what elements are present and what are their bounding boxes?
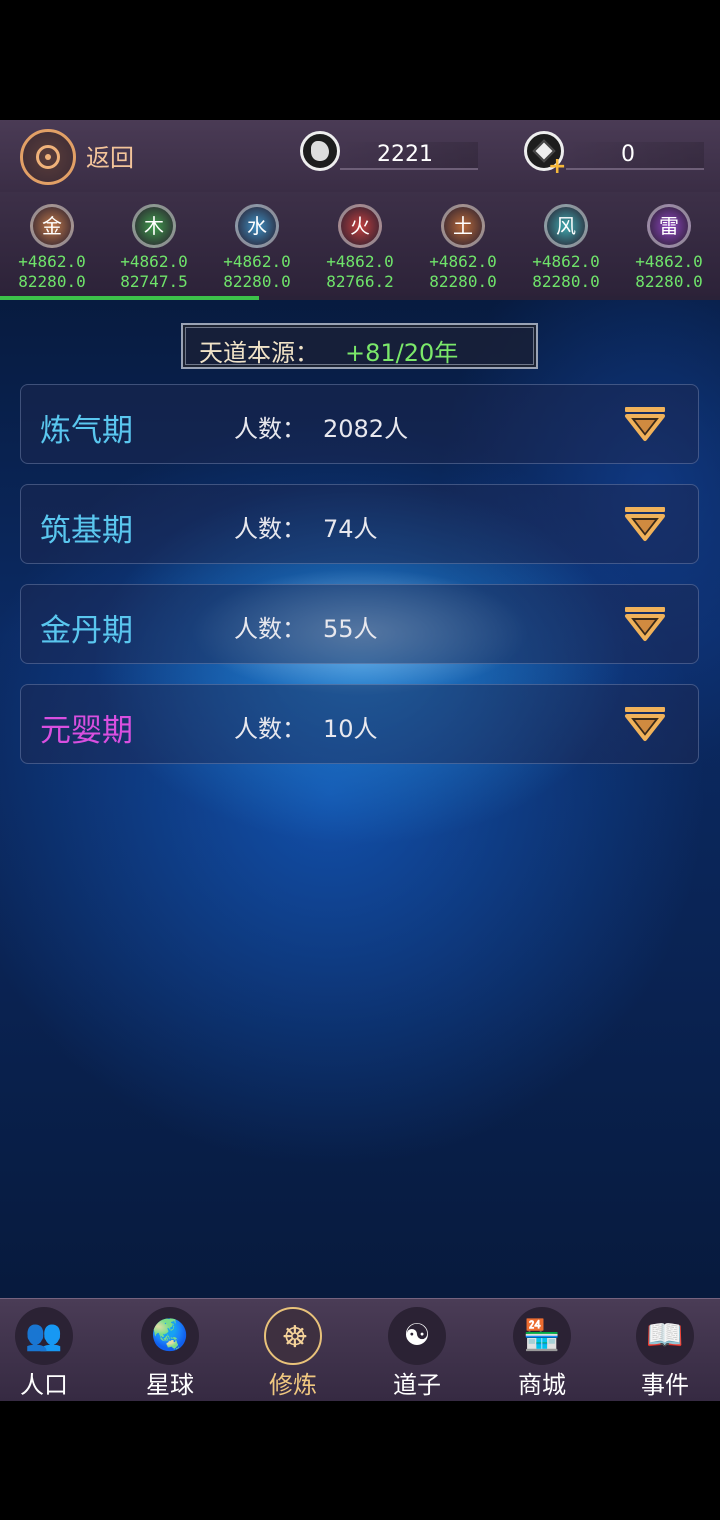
metal-icon: 金 (30, 204, 74, 248)
stage-name: 炼气期 (40, 413, 133, 449)
game-area: 金 +4862.0 82280.0 木 +4862.0 82747.5 水 +4… (0, 192, 720, 1298)
element-total: 82747.5 (120, 272, 188, 291)
element-rate: +4862.0 (326, 252, 394, 271)
coin-icon (300, 131, 340, 171)
element-wood[interactable]: 木 +4862.0 82747.5 (104, 192, 204, 298)
gem-field (566, 142, 704, 170)
element-thunder[interactable]: 雷 +4862.0 82280.0 (619, 192, 719, 298)
wood-icon: 木 (132, 204, 176, 248)
nav-label: 人口 (20, 1371, 68, 1399)
element-rate: +4862.0 (635, 252, 703, 271)
yin-yang-icon: ☯ (388, 1307, 446, 1365)
heaven-source-value: +81/20年 (345, 339, 459, 367)
stage-count-label: 人数： (234, 715, 306, 743)
heaven-source-panel: 天道本源： +81/20年 (181, 323, 538, 369)
back-icon (36, 145, 60, 169)
element-water[interactable]: 水 +4862.0 82280.0 (207, 192, 307, 298)
element-fire[interactable]: 火 +4862.0 82766.2 (310, 192, 410, 298)
element-earth[interactable]: 土 +4862.0 82280.0 (413, 192, 513, 298)
nav-item-population[interactable]: 👥 人口 (0, 1299, 104, 1401)
nav-item-daozi[interactable]: ☯ 道子 (357, 1299, 477, 1401)
earth-icon: 土 (441, 204, 485, 248)
element-total: 82280.0 (223, 272, 291, 291)
chevron-down-icon[interactable] (621, 505, 669, 545)
nav-label: 事件 (641, 1371, 689, 1399)
game-screen: 返回 2221 + 0 金 +4862.0 82280.0 木 +4862.0 … (0, 0, 720, 1520)
chevron-down-icon[interactable] (621, 705, 669, 745)
top-bar: 返回 2221 + 0 (0, 120, 720, 193)
stage-count-label: 人数： (234, 615, 306, 643)
event-book-icon: 📖 (636, 1307, 694, 1365)
stage-count: 2082人 (323, 415, 409, 443)
chevron-down-icon[interactable] (621, 605, 669, 645)
heaven-source-label: 天道本源： (199, 339, 319, 367)
bottom-nav: 👥 人口 🌏 星球 ☸ 修炼 ☯ 道子 🏪 商城 📖 事件 (0, 1298, 720, 1401)
nav-item-events[interactable]: 📖 事件 (605, 1299, 720, 1401)
element-total: 82280.0 (429, 272, 497, 291)
element-rate: +4862.0 (429, 252, 497, 271)
meditation-icon: ☸ (264, 1307, 322, 1365)
stage-count: 55人 (323, 615, 378, 643)
element-wind[interactable]: 风 +4862.0 82280.0 (516, 192, 616, 298)
stage-name: 金丹期 (40, 613, 133, 649)
water-icon: 水 (235, 204, 279, 248)
element-rate: +4862.0 (18, 252, 86, 271)
chevron-down-icon[interactable] (621, 405, 669, 445)
cultivation-progress (0, 296, 720, 300)
nav-item-shop[interactable]: 🏪 商城 (482, 1299, 602, 1401)
back-label[interactable]: 返回 (86, 138, 134, 173)
nav-item-cultivate[interactable]: ☸ 修炼 (233, 1299, 353, 1401)
wind-icon: 风 (544, 204, 588, 248)
element-rate: +4862.0 (120, 252, 188, 271)
element-rate: +4862.0 (532, 252, 600, 271)
nav-item-planet[interactable]: 🌏 星球 (110, 1299, 230, 1401)
nav-label: 道子 (393, 1371, 441, 1399)
stage-row-jindan[interactable]: 金丹期 人数： 55人 (20, 584, 699, 664)
thunder-icon: 雷 (647, 204, 691, 248)
stage-name: 元婴期 (40, 713, 133, 749)
gem-value: 0 (621, 142, 635, 167)
element-rate: +4862.0 (223, 252, 291, 271)
element-bar: 金 +4862.0 82280.0 木 +4862.0 82747.5 水 +4… (0, 192, 720, 300)
element-total: 82280.0 (635, 272, 703, 291)
globe-icon: 🌏 (141, 1307, 199, 1365)
stage-row-lianqi[interactable]: 炼气期 人数： 2082人 (20, 384, 699, 464)
progress-fill (0, 296, 260, 300)
stage-count-label: 人数： (234, 415, 306, 443)
fire-icon: 火 (338, 204, 382, 248)
element-total: 82280.0 (532, 272, 600, 291)
nav-label: 修炼 (269, 1371, 317, 1399)
element-metal[interactable]: 金 +4862.0 82280.0 (2, 192, 102, 298)
plus-icon[interactable]: + (548, 156, 566, 178)
stage-row-yuanying[interactable]: 元婴期 人数： 10人 (20, 684, 699, 764)
stage-count: 74人 (323, 515, 378, 543)
element-total: 82766.2 (326, 272, 394, 291)
stage-count-label: 人数： (234, 515, 306, 543)
nav-label: 商城 (518, 1371, 566, 1399)
stage-name: 筑基期 (40, 513, 133, 549)
back-button[interactable] (20, 129, 76, 185)
nav-label: 星球 (146, 1371, 194, 1399)
stage-count: 10人 (323, 715, 378, 743)
people-icon: 👥 (15, 1307, 73, 1365)
element-total: 82280.0 (18, 272, 86, 291)
shop-icon: 🏪 (513, 1307, 571, 1365)
stage-row-zhuji[interactable]: 筑基期 人数： 74人 (20, 484, 699, 564)
coin-value: 2221 (377, 142, 433, 167)
